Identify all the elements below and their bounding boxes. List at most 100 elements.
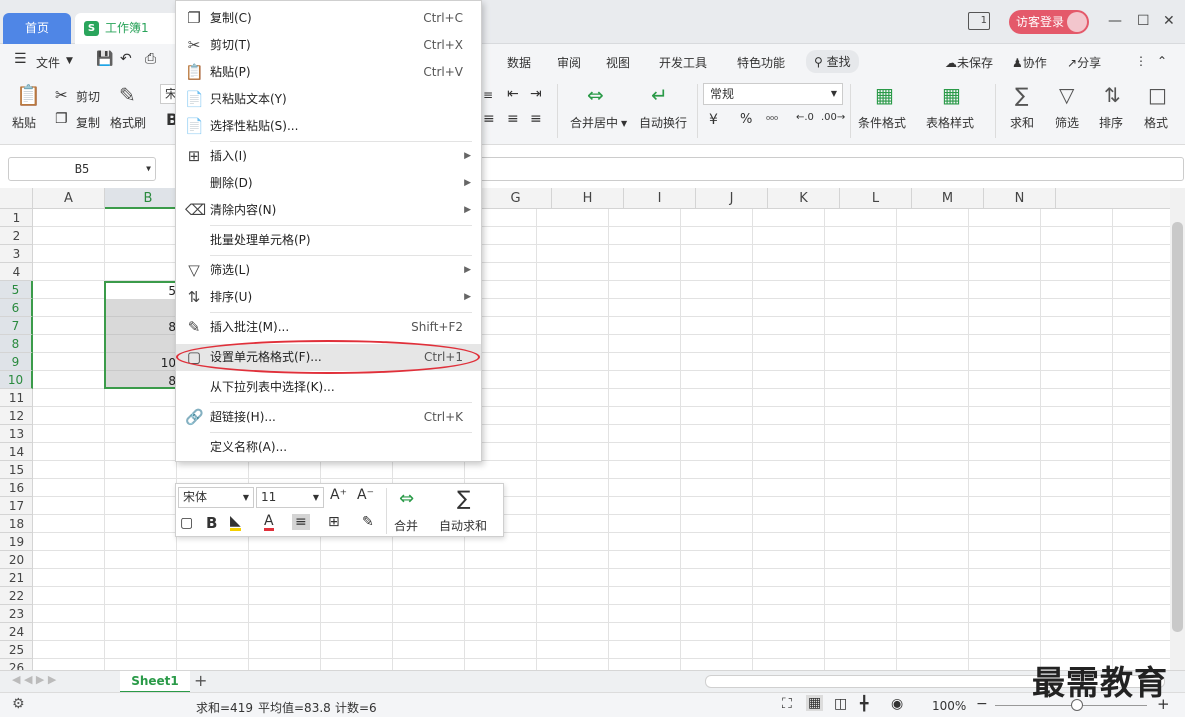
row-header-2[interactable]: 2 — [0, 227, 33, 245]
cell-b7[interactable]: 8 — [160, 320, 176, 334]
select-all-corner[interactable] — [0, 188, 33, 209]
tab-home[interactable]: 首页 — [3, 13, 71, 44]
row-header-14[interactable]: 14 — [0, 443, 33, 461]
wrap-text-button[interactable]: 自动换行 — [639, 114, 687, 131]
font-grow-icon[interactable]: A⁺ — [330, 487, 347, 503]
ctx-copy[interactable]: ❐ 复制(C) Ctrl+C — [176, 5, 481, 32]
row-header-21[interactable]: 21 — [0, 569, 33, 587]
ctx-insert[interactable]: ⊞ 插入(I) ▶ — [176, 143, 481, 170]
sheet-tab-sheet1[interactable]: Sheet1 — [120, 671, 190, 693]
share-button[interactable]: ↗分享 — [1067, 54, 1101, 71]
scroll-thumb[interactable] — [1172, 222, 1183, 632]
mini-merge-button[interactable]: 合并 — [394, 517, 418, 534]
hamburger-icon[interactable]: ☰ — [14, 51, 27, 67]
ctx-paste[interactable]: 📋 粘贴(P) Ctrl+V — [176, 59, 481, 86]
conditional-format-button[interactable]: 条件格式 — [858, 114, 906, 131]
row-header-22[interactable]: 22 — [0, 587, 33, 605]
cell-b10[interactable]: 8 — [160, 374, 176, 388]
ctx-sort[interactable]: ⇅ 排序(U) ▶ — [176, 284, 481, 311]
row-header-15[interactable]: 15 — [0, 461, 33, 479]
ctx-define-name[interactable]: 定义名称(A)... — [176, 434, 481, 461]
page-view-icon[interactable]: 1 — [968, 12, 990, 30]
ctx-batch[interactable]: 批量处理单元格(P) — [176, 227, 481, 254]
row-header-13[interactable]: 13 — [0, 425, 33, 443]
ctx-hyperlink[interactable]: 🔗 超链接(H)... Ctrl+K — [176, 404, 481, 431]
copy-button[interactable]: 复制 — [76, 114, 100, 131]
menu-review[interactable]: 审阅 — [557, 54, 581, 71]
decrease-decimal-icon[interactable]: .00→ — [821, 112, 845, 123]
align-icon[interactable]: ≡ — [292, 514, 310, 530]
sum-button[interactable]: 求和 — [1010, 114, 1034, 131]
menu-features[interactable]: 特色功能 — [737, 54, 785, 71]
font-shrink-icon[interactable]: A⁻ — [357, 487, 374, 503]
align-distribute-icon[interactable]: ≡ — [507, 111, 519, 127]
merge-center-button[interactable]: 合并居中 — [570, 114, 618, 131]
maximize-icon[interactable]: ☐ — [1137, 12, 1150, 30]
menu-developer[interactable]: 开发工具 — [659, 54, 707, 71]
row-header-18[interactable]: 18 — [0, 515, 33, 533]
ctx-clear[interactable]: ⌫ 清除内容(N) ▶ — [176, 197, 481, 224]
increase-decimal-icon[interactable]: ←.0 — [796, 112, 814, 123]
align-right-icon[interactable]: ≡ — [530, 111, 542, 127]
row-header-19[interactable]: 19 — [0, 533, 33, 551]
print-icon[interactable]: ⎙ — [145, 51, 156, 67]
cloud-unsaved[interactable]: ☁未保存 — [945, 54, 993, 71]
indent-decrease-icon[interactable]: ⇤ — [507, 86, 519, 102]
table-style-button[interactable]: 表格样式 — [926, 114, 974, 131]
row-header-11[interactable]: 11 — [0, 389, 33, 407]
more-icon[interactable]: ⋮ — [1135, 54, 1147, 68]
row-header-17[interactable]: 17 — [0, 497, 33, 515]
search-button[interactable]: ⚲ 查找 — [806, 50, 859, 73]
row-header-4[interactable]: 4 — [0, 263, 33, 281]
macro-icon[interactable]: ⚙ — [12, 696, 25, 712]
fullscreen-icon[interactable]: ⛶ — [782, 696, 792, 712]
cell-b5[interactable]: 5 — [160, 284, 176, 298]
cell-b9[interactable]: 10 — [160, 356, 176, 370]
column-header-k[interactable]: K — [768, 188, 840, 209]
paste-button[interactable]: 粘贴 — [12, 114, 36, 131]
sheet-nav-icon[interactable]: ◀ ◀ ▶ ▶ — [12, 673, 56, 686]
number-format-select[interactable]: 常规 ▼ — [703, 83, 843, 105]
menu-view[interactable]: 视图 — [606, 54, 630, 71]
row-header-6[interactable]: 6 — [0, 299, 33, 317]
row-header-24[interactable]: 24 — [0, 623, 33, 641]
split-view-icon[interactable]: ╋ — [860, 696, 868, 712]
row-header-8[interactable]: 8 — [0, 335, 33, 353]
row-header-7[interactable]: 7 — [0, 317, 33, 335]
ctx-paste-text[interactable]: 📄 只粘贴文本(Y) — [176, 86, 481, 113]
collab-button[interactable]: ♟协作 — [1012, 54, 1047, 71]
column-header-l[interactable]: L — [840, 188, 912, 209]
ctx-comment[interactable]: ✎ 插入批注(M)... Shift+F2 — [176, 314, 481, 341]
row-header-16[interactable]: 16 — [0, 479, 33, 497]
row-header-3[interactable]: 3 — [0, 245, 33, 263]
tab-workbook[interactable]: S 工作簿1 — [75, 13, 180, 44]
ctx-delete[interactable]: 删除(D) ▶ — [176, 170, 481, 197]
row-header-1[interactable]: 1 — [0, 209, 33, 227]
border-icon[interactable]: ⊞ — [328, 514, 340, 530]
format-button[interactable]: 格式 — [1144, 114, 1168, 131]
ctx-paste-special[interactable]: 📄 选择性粘贴(S)... — [176, 113, 481, 140]
login-button[interactable]: 访客登录 — [1009, 10, 1089, 34]
thousands-icon[interactable]: ₀₀₀ — [766, 112, 778, 123]
row-header-12[interactable]: 12 — [0, 407, 33, 425]
indent-increase-icon[interactable]: ⇥ — [530, 86, 542, 102]
chevron-down-icon[interactable]: ▼ — [621, 119, 627, 128]
normal-view-icon[interactable]: ▦ — [806, 695, 824, 711]
row-header-5[interactable]: 5 — [0, 281, 33, 299]
save-icon[interactable]: 💾 — [96, 51, 113, 67]
mini-autosum-button[interactable]: 自动求和 — [439, 517, 487, 534]
row-header-10[interactable]: 10 — [0, 371, 33, 389]
vertical-scrollbar[interactable] — [1170, 188, 1185, 670]
filter-button[interactable]: 筛选 — [1055, 114, 1079, 131]
row-header-9[interactable]: 9 — [0, 353, 33, 371]
select-icon[interactable]: ▢ — [180, 515, 193, 531]
row-header-23[interactable]: 23 — [0, 605, 33, 623]
close-icon[interactable]: ✕ — [1163, 12, 1175, 30]
page-layout-icon[interactable]: ◫ — [834, 696, 847, 712]
minimize-icon[interactable]: — — [1108, 12, 1122, 30]
collapse-ribbon-icon[interactable]: ⌃ — [1157, 54, 1167, 68]
column-header-j[interactable]: J — [696, 188, 768, 209]
copy-icon[interactable]: ❐ — [55, 111, 68, 127]
row-header-26[interactable]: 26 — [0, 659, 33, 670]
align-justify-icon[interactable]: ≡ — [483, 111, 495, 127]
